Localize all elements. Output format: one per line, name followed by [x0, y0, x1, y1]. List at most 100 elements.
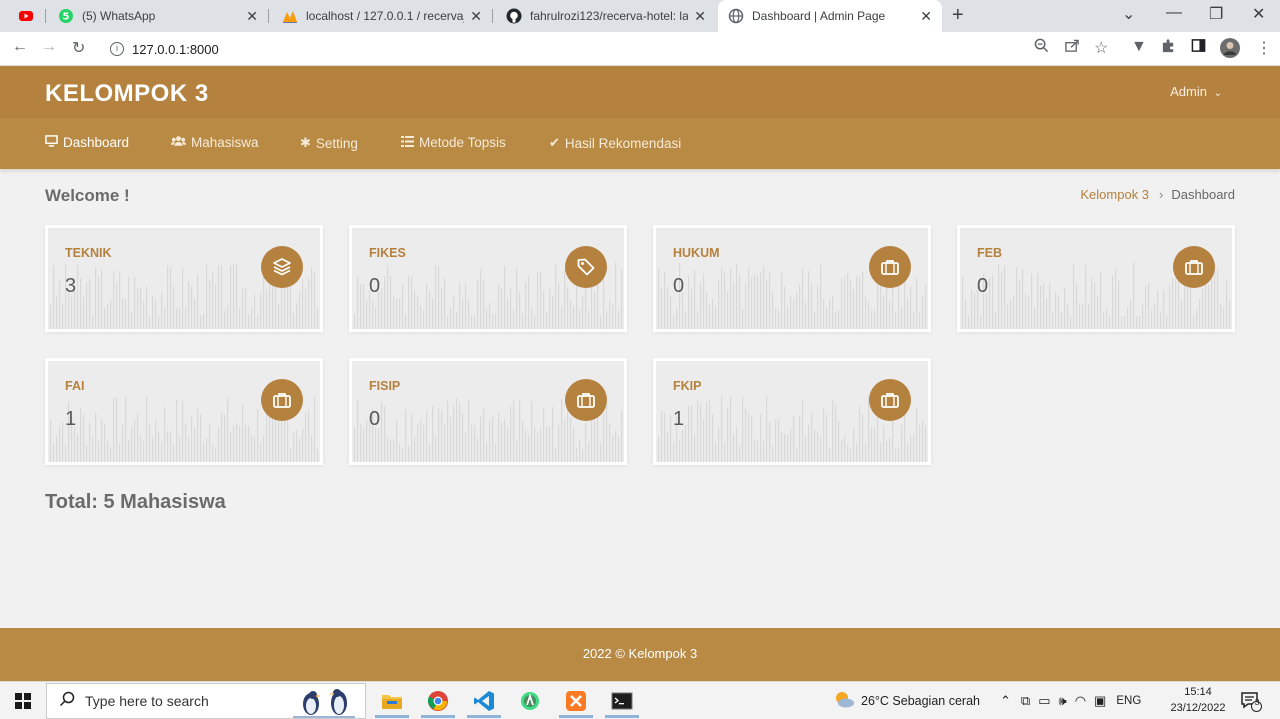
clock-date: 23/12/2022	[1170, 702, 1226, 714]
partly-sunny-icon	[833, 689, 855, 712]
stat-card-fisip: FISIP 0	[349, 358, 627, 465]
restore-icon[interactable]: ❐	[1209, 4, 1223, 24]
breadcrumb-link-home[interactable]: Kelompok 3	[1080, 187, 1149, 202]
meet-now-icon[interactable]: ⧉	[1021, 693, 1030, 709]
layers-icon	[261, 246, 303, 288]
tab-youtube[interactable]	[8, 0, 44, 32]
tab-dashboard[interactable]: Dashboard | Admin Page ✕	[718, 0, 942, 32]
briefcase-icon	[869, 246, 911, 288]
page-title: Welcome !	[45, 186, 130, 205]
volume-icon[interactable]: 🕪	[1059, 693, 1067, 709]
close-tab-icon[interactable]: ✕	[470, 8, 482, 25]
browser-tab-strip: 5 (5) WhatsApp ✕ localhost / 127.0.0.1 /…	[0, 0, 1280, 32]
search-icon	[59, 691, 75, 712]
users-icon	[170, 135, 187, 150]
minimize-icon[interactable]: —	[1166, 4, 1182, 22]
admin-user-menu[interactable]: Admin ⌄	[1170, 84, 1222, 99]
stat-card-hukum: HUKUM 0	[653, 225, 931, 332]
weather-text: 26°C Sebagian cerah	[861, 693, 980, 708]
notification-center-icon[interactable]: 3	[1240, 682, 1262, 719]
tag-icon	[565, 246, 607, 288]
taskbar-search-box[interactable]: Type here to search	[46, 683, 366, 719]
stat-card-teknik: TEKNIK 3	[45, 225, 323, 332]
bookmark-star-icon[interactable]: ☆	[1094, 38, 1108, 58]
stat-card-value: 0	[673, 275, 685, 297]
profile-avatar-icon[interactable]	[1219, 37, 1241, 64]
stat-card-label: FISIP	[369, 379, 401, 393]
stat-card-label: FIKES	[369, 246, 406, 260]
nav-label: Hasil Rekomendasi	[564, 135, 682, 151]
forward-icon[interactable]: →	[41, 38, 57, 56]
main-nav: Dashboard Mahasiswa ✱ Setting Metode Top…	[0, 118, 1280, 169]
close-tab-icon[interactable]: ✕	[694, 8, 706, 25]
briefcase-icon	[869, 379, 911, 421]
stat-card-label: FKIP	[673, 379, 702, 393]
nav-item-dashboard[interactable]: Dashboard	[45, 135, 129, 150]
android-studio-icon[interactable]	[507, 682, 553, 719]
stat-card-label: TEKNIK	[65, 246, 112, 260]
taskbar-clock[interactable]: 15:14 23/12/2022	[1166, 684, 1230, 716]
nav-label: Setting	[315, 135, 358, 151]
extension-v-icon[interactable]: ▼	[1131, 38, 1147, 56]
user-menu-label: Admin	[1170, 84, 1207, 99]
weather-widget[interactable]: 26°C Sebagian cerah	[833, 682, 980, 719]
side-panel-icon[interactable]	[1191, 38, 1206, 58]
zoom-icon[interactable]	[1034, 38, 1049, 58]
briefcase-icon	[1173, 246, 1215, 288]
chevron-down-icon[interactable]: ⌄	[1122, 4, 1135, 24]
stat-card-label: HUKUM	[673, 246, 720, 260]
new-tab-icon[interactable]: +	[952, 4, 964, 27]
list-icon	[401, 135, 414, 150]
nav-item-setting[interactable]: ✱ Setting	[300, 135, 358, 151]
nav-label: Metode Topsis	[419, 135, 506, 150]
nav-item-hasil-rekomendasi[interactable]: ✔ Hasil Rekomendasi	[549, 135, 681, 151]
whatsapp-icon: 5	[58, 8, 74, 24]
windows-taskbar: Type here to search 26°C Sebagian cerah …	[0, 681, 1280, 719]
site-info-icon[interactable]: i	[110, 42, 124, 56]
nav-item-metode-topsis[interactable]: Metode Topsis	[401, 135, 506, 150]
file-explorer-icon[interactable]	[369, 682, 415, 719]
reload-icon[interactable]: ↻	[72, 38, 85, 58]
system-tray-icons: ⌃ ⧉ ▭ 🕪 ◠ ▣ ENG	[1000, 682, 1141, 719]
github-icon	[506, 8, 522, 24]
battery-icon[interactable]: ▭	[1038, 693, 1050, 709]
tab-whatsapp[interactable]: 5 (5) WhatsApp ✕	[48, 0, 268, 32]
tab-github[interactable]: fahrulrozi123/recerva-hotel: larav ✕	[496, 0, 716, 32]
xampp-icon[interactable]	[553, 682, 599, 719]
check-icon: ✔	[549, 135, 560, 150]
tab-phpmyadmin[interactable]: localhost / 127.0.0.1 / recerva_ne ✕	[272, 0, 492, 32]
wifi-icon[interactable]: ◠	[1075, 693, 1086, 709]
phpmyadmin-icon	[282, 8, 298, 24]
close-window-icon[interactable]: ✕	[1252, 4, 1265, 24]
extensions-puzzle-icon[interactable]	[1161, 38, 1176, 58]
stat-card-fkip: FKIP 1	[653, 358, 931, 465]
nav-item-mahasiswa[interactable]: Mahasiswa	[170, 135, 259, 150]
chevron-down-icon: ⌄	[1213, 88, 1222, 99]
language-indicator[interactable]: ENG	[1116, 695, 1141, 707]
brand-logo-text[interactable]: KELOMPOK 3	[45, 80, 209, 108]
chevron-up-icon[interactable]: ⌃	[1000, 693, 1011, 709]
chrome-menu-icon[interactable]: ⋮	[1256, 38, 1272, 58]
share-icon[interactable]	[1064, 38, 1080, 58]
windows-start-icon[interactable]	[15, 693, 31, 709]
close-tab-icon[interactable]: ✕	[920, 8, 932, 25]
stat-card-feb: FEB 0	[957, 225, 1235, 332]
briefcase-icon	[565, 379, 607, 421]
address-bar[interactable]: i 127.0.0.1:8000	[104, 35, 1128, 63]
notification-count: 3	[1254, 697, 1260, 707]
chrome-icon[interactable]	[415, 682, 461, 719]
vscode-icon[interactable]	[461, 682, 507, 719]
terminal-icon[interactable]	[599, 682, 645, 719]
pen-workspace-icon[interactable]: ▣	[1094, 693, 1106, 709]
browser-toolbar: ← → ↻ i 127.0.0.1:8000 ☆ ▼ ⋮	[0, 32, 1280, 66]
stat-card-value: 3	[65, 275, 77, 297]
chevron-right-icon: ›	[1159, 187, 1164, 202]
footer-text: 2022 © Kelompok 3	[582, 646, 698, 661]
total-mahasiswa: Total: 5 Mahasiswa	[45, 491, 226, 513]
stat-card-fai: FAI 1	[45, 358, 323, 465]
close-tab-icon[interactable]: ✕	[246, 8, 258, 25]
back-icon[interactable]: ←	[12, 38, 28, 56]
stat-card-value: 0	[369, 408, 381, 430]
stat-card-label: FEB	[977, 246, 1002, 260]
stat-card-value: 0	[369, 275, 381, 297]
